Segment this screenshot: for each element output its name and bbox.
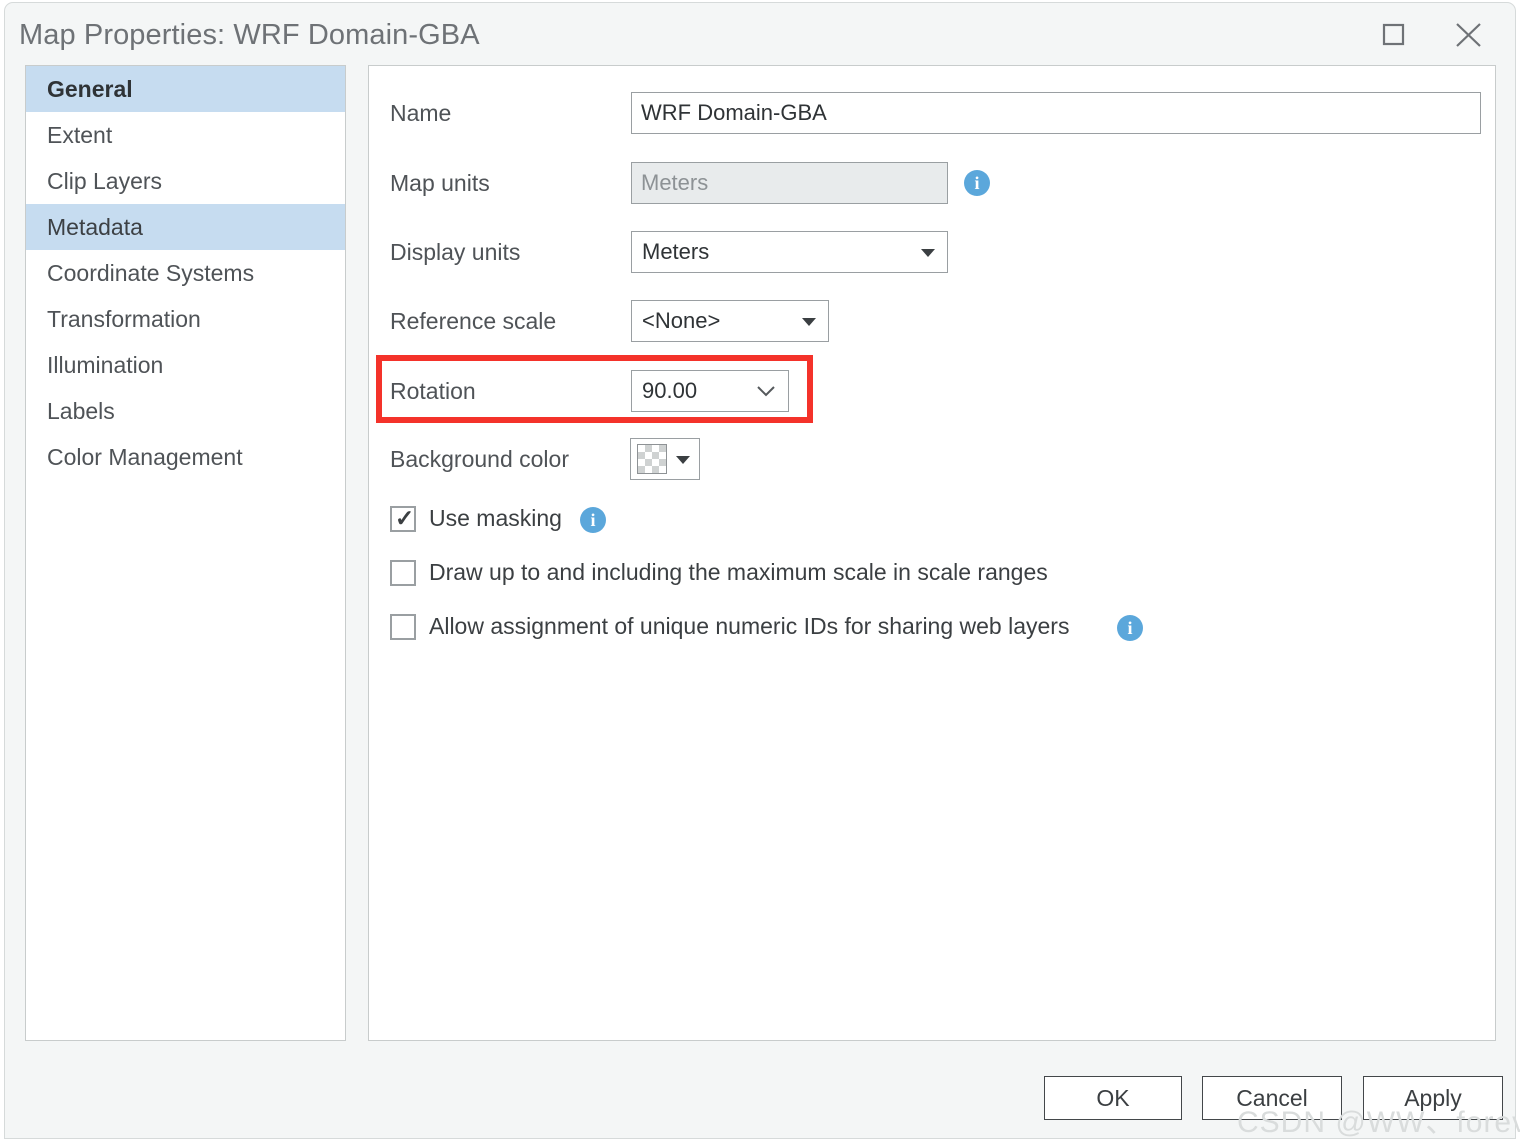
unique-ids-checkbox[interactable]	[390, 614, 416, 640]
sidebar-item-illumination[interactable]: Illumination	[26, 342, 345, 388]
chevron-down-icon	[676, 456, 690, 464]
sidebar-item-label: Color Management	[47, 444, 243, 470]
unique-ids-info-icon[interactable]: i	[1117, 615, 1143, 641]
apply-button[interactable]: Apply	[1363, 1076, 1503, 1120]
cancel-button[interactable]: Cancel	[1202, 1076, 1342, 1120]
settings-sidebar: General Extent Clip Layers Metadata Coor…	[25, 65, 346, 1041]
display-units-value: Meters	[642, 239, 710, 264]
rotation-row: Rotation 90.00	[369, 369, 1495, 413]
sidebar-item-transformation[interactable]: Transformation	[26, 296, 345, 342]
name-label: Name	[390, 100, 452, 126]
draw-max-scale-label: Draw up to and including the maximum sca…	[429, 559, 1048, 585]
dialog-title: Map Properties: WRF Domain-GBA	[19, 19, 480, 51]
ok-button[interactable]: OK	[1044, 1076, 1182, 1120]
background-color-picker[interactable]	[630, 438, 700, 480]
sidebar-item-coordinate-systems[interactable]: Coordinate Systems	[26, 250, 345, 296]
close-icon	[1447, 17, 1491, 53]
use-masking-label: Use masking	[429, 505, 562, 531]
chevron-down-icon	[756, 383, 776, 404]
map-units-value: Meters	[631, 162, 948, 204]
dialog-titlebar: Map Properties: WRF Domain-GBA	[5, 3, 1515, 65]
background-color-label: Background color	[390, 446, 569, 472]
unique-ids-label: Allow assignment of unique numeric IDs f…	[429, 613, 1070, 639]
reference-scale-value: <None>	[642, 308, 721, 333]
sidebar-item-label: Metadata	[47, 214, 143, 240]
use-masking-checkbox[interactable]: ✓	[390, 506, 416, 532]
draw-max-scale-checkbox[interactable]	[390, 560, 416, 586]
rotation-value: 90.00	[642, 378, 698, 403]
sidebar-item-label: Labels	[47, 398, 115, 424]
sidebar-item-metadata[interactable]: Metadata	[26, 204, 345, 250]
display-units-dropdown[interactable]: Meters	[631, 231, 948, 273]
map-properties-dialog: Map Properties: WRF Domain-GBA General E…	[4, 2, 1520, 1139]
maximize-button[interactable]	[1371, 17, 1415, 53]
chevron-down-icon	[802, 318, 816, 326]
transparent-swatch-icon	[637, 444, 667, 474]
close-button[interactable]	[1447, 17, 1491, 53]
background-color-row: Background color	[369, 437, 1495, 481]
display-units-row: Display units Meters	[369, 230, 1495, 274]
sidebar-item-label: Coordinate Systems	[47, 260, 255, 286]
name-input[interactable]: WRF Domain-GBA	[631, 92, 1481, 134]
sidebar-item-label: Illumination	[47, 352, 164, 378]
use-masking-info-icon[interactable]: i	[580, 507, 606, 533]
reference-scale-dropdown[interactable]: <None>	[631, 300, 829, 342]
general-settings-panel: Name WRF Domain-GBA Map units Meters i D…	[368, 65, 1496, 1041]
sidebar-item-extent[interactable]: Extent	[26, 112, 345, 158]
display-units-label: Display units	[390, 239, 521, 265]
rotation-label: Rotation	[390, 378, 476, 404]
sidebar-item-labels[interactable]: Labels	[26, 388, 345, 434]
map-units-info-icon[interactable]: i	[964, 170, 990, 196]
rotation-combobox[interactable]: 90.00	[631, 370, 789, 412]
sidebar-item-color-management[interactable]: Color Management	[26, 434, 345, 480]
map-units-row: Map units Meters i	[369, 161, 1495, 205]
sidebar-item-clip-layers[interactable]: Clip Layers	[26, 158, 345, 204]
reference-scale-label: Reference scale	[390, 308, 557, 334]
sidebar-item-label: General	[47, 76, 133, 102]
sidebar-item-general[interactable]: General	[26, 66, 345, 112]
sidebar-item-label: Extent	[47, 122, 113, 148]
check-icon: ✓	[395, 505, 415, 531]
maximize-icon	[1371, 17, 1415, 53]
name-row: Name WRF Domain-GBA	[369, 91, 1495, 135]
chevron-down-icon	[921, 249, 935, 257]
map-units-label: Map units	[390, 170, 490, 196]
reference-scale-row: Reference scale <None>	[369, 299, 1495, 343]
sidebar-item-label: Transformation	[47, 306, 201, 332]
sidebar-item-label: Clip Layers	[47, 168, 163, 194]
